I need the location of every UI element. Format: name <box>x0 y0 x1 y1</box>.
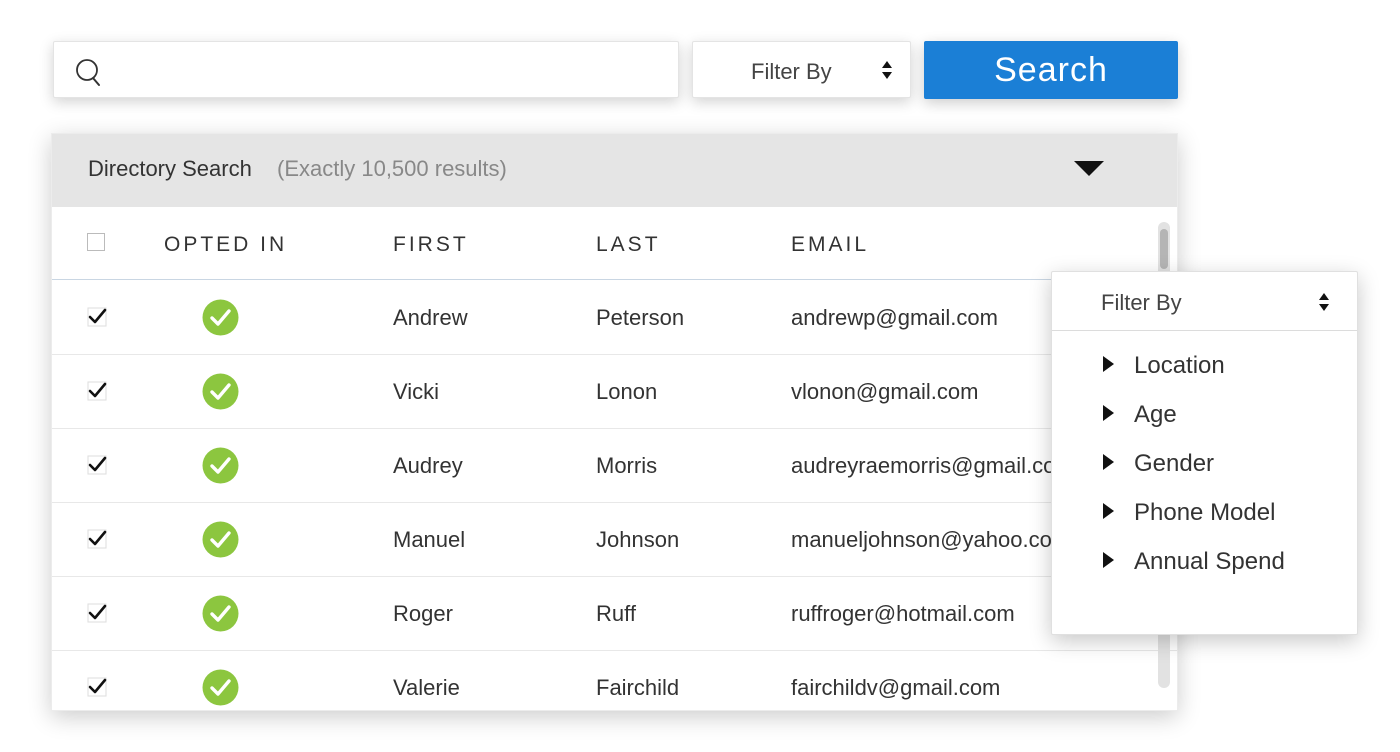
filter-dropdown: Filter By Location Age Gender Phone Model An… <box>1051 271 1358 635</box>
first-name-cell: Valerie <box>393 675 460 700</box>
table-row[interactable]: Andrew Peterson andrewp@gmail.com <box>52 281 1177 355</box>
search-input[interactable] <box>118 50 672 92</box>
filter-by-select[interactable]: Filter By <box>692 41 911 98</box>
row-checkbox[interactable] <box>87 677 107 697</box>
column-header-last[interactable]: LAST <box>596 233 661 257</box>
directory-panel: Directory Search (Exactly 10,500 results… <box>51 133 1178 711</box>
caret-right-icon <box>1103 405 1114 421</box>
opted-in-check-icon <box>202 299 239 336</box>
row-checkbox[interactable] <box>87 603 107 623</box>
email-cell: ruffroger@hotmail.com <box>791 601 1015 626</box>
email-cell: audreyraemorris@gmail.com <box>791 453 1074 478</box>
table-row[interactable]: Manuel Johnson manueljohnson@yahoo.com <box>52 503 1177 577</box>
last-name-cell: Johnson <box>596 527 680 552</box>
caret-right-icon <box>1103 552 1114 568</box>
panel-title: Directory Search <box>88 156 252 181</box>
opted-in-check-icon <box>202 521 239 558</box>
dropdown-item-label: Location <box>1134 352 1225 379</box>
search-box[interactable] <box>53 41 679 98</box>
results-count: (Exactly 10,500 results) <box>277 156 507 181</box>
table-row[interactable]: Vicki Lonon vlonon@gmail.com <box>52 355 1177 429</box>
select-all-checkbox[interactable] <box>87 233 105 251</box>
last-name-cell: Peterson <box>596 305 685 330</box>
dropdown-item-label: Age <box>1134 401 1177 428</box>
dropdown-item[interactable]: Annual Spend <box>1052 540 1357 584</box>
email-cell: manueljohnson@yahoo.com <box>791 527 1071 552</box>
row-checkbox[interactable] <box>87 381 107 401</box>
column-header-first[interactable]: FIRST <box>393 233 469 257</box>
panel-header: Directory Search (Exactly 10,500 results… <box>52 134 1177 207</box>
opted-in-check-icon <box>202 595 239 632</box>
first-name-cell: Andrew <box>393 305 468 330</box>
email-cell: fairchildv@gmail.com <box>791 675 1001 700</box>
search-button[interactable]: Search <box>924 41 1178 99</box>
dropdown-filter-by[interactable]: Filter By <box>1052 272 1357 331</box>
first-name-cell: Vicki <box>393 379 440 404</box>
dropdown-item-label: Phone Model <box>1134 499 1276 526</box>
dropdown-item-label: Annual Spend <box>1134 548 1285 575</box>
first-name-cell: Manuel <box>393 527 466 552</box>
filter-by-label: Filter By <box>751 59 832 84</box>
table-row[interactable]: Valerie Fairchild fairchildv@gmail.com <box>52 651 1177 710</box>
row-checkbox[interactable] <box>87 307 107 327</box>
last-name-cell: Ruff <box>596 601 636 626</box>
row-checkbox[interactable] <box>87 529 107 549</box>
row-checkbox[interactable] <box>87 455 107 475</box>
caret-right-icon <box>1103 356 1114 372</box>
dropdown-item[interactable]: Gender <box>1052 442 1357 486</box>
table-header: OPTED IN FIRST LAST EMAIL <box>52 207 1177 280</box>
last-name-cell: Fairchild <box>596 675 680 700</box>
dropdown-item[interactable]: Location <box>1052 344 1357 388</box>
sort-updown-icon <box>1319 293 1329 311</box>
table-row[interactable]: Roger Ruff ruffroger@hotmail.com <box>52 577 1177 651</box>
email-cell: vlonon@gmail.com <box>791 379 979 404</box>
column-header-opted-in[interactable]: OPTED IN <box>164 233 287 257</box>
dropdown-item-label: Gender <box>1134 450 1215 477</box>
dropdown-filter-label: Filter By <box>1101 290 1182 315</box>
first-name-cell: Roger <box>393 601 453 626</box>
column-header-email[interactable]: EMAIL <box>791 233 869 257</box>
opted-in-check-icon <box>202 669 239 706</box>
dropdown-item[interactable]: Age <box>1052 393 1357 437</box>
caret-right-icon <box>1103 454 1114 470</box>
search-icon <box>76 59 100 86</box>
email-cell: andrewp@gmail.com <box>791 305 998 330</box>
scrollbar-thumb[interactable] <box>1160 229 1168 269</box>
opted-in-check-icon <box>202 447 239 484</box>
collapse-arrow-icon[interactable] <box>1074 161 1104 176</box>
last-name-cell: Lonon <box>596 379 658 404</box>
caret-right-icon <box>1103 503 1114 519</box>
first-name-cell: Audrey <box>393 453 463 478</box>
table-row[interactable]: Audrey Morris audreyraemorris@gmail.com <box>52 429 1177 503</box>
dropdown-item[interactable]: Phone Model <box>1052 491 1357 535</box>
opted-in-check-icon <box>202 373 239 410</box>
last-name-cell: Morris <box>596 453 658 478</box>
sort-updown-icon <box>882 61 892 79</box>
